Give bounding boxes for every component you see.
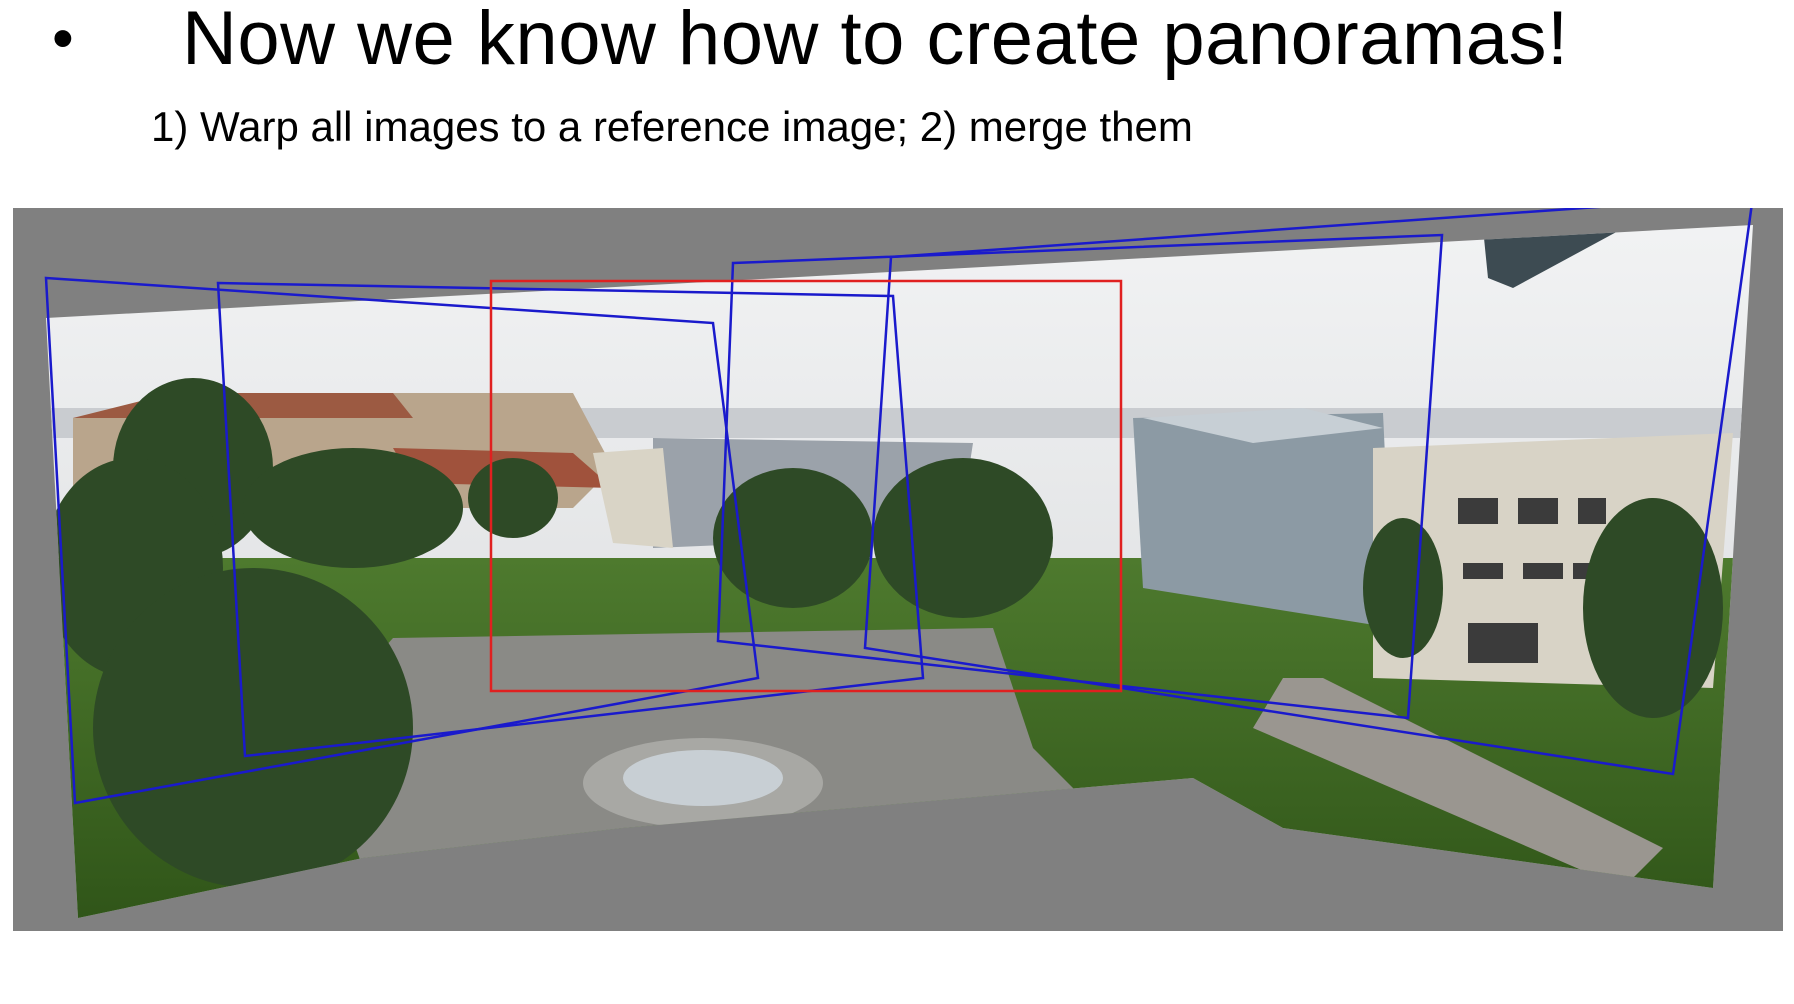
slide-subtitle: 1) Warp all images to a reference image;… xyxy=(151,103,1193,150)
panorama-image xyxy=(44,208,1753,918)
title-row: • Now we know how to create panoramas! xyxy=(52,0,1569,84)
stitched-photo xyxy=(46,225,1753,918)
panorama-figure xyxy=(13,208,1783,931)
bullet-point: • xyxy=(52,4,74,73)
slide-title: Now we know how to create panoramas! xyxy=(182,0,1569,81)
